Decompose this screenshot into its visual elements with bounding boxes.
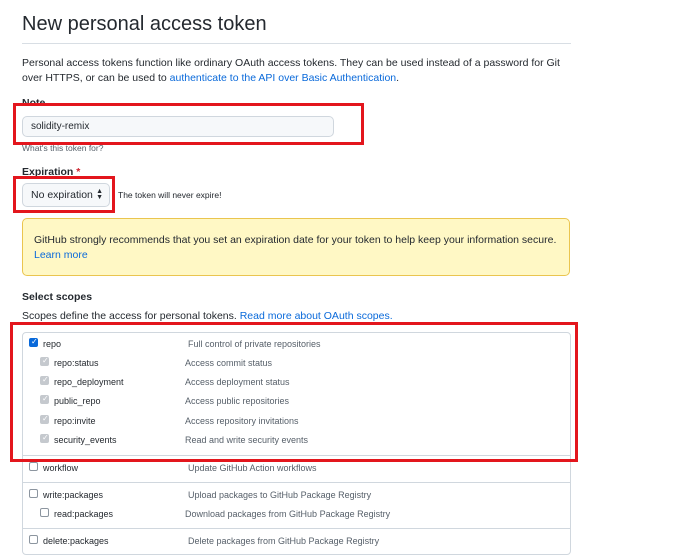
title-divider (22, 43, 571, 44)
oauth-scopes-link[interactable]: Read more about OAuth scopes. (240, 310, 393, 322)
basic-auth-link[interactable]: authenticate to the API over Basic Authe… (170, 72, 396, 84)
intro-end: . (396, 72, 400, 84)
scope-name: read:packages (54, 509, 114, 519)
expiration-warning: GitHub strongly recommends that you set … (22, 218, 570, 276)
scopes-heading: Select scopes (22, 291, 93, 303)
page-title: New personal access token (22, 13, 267, 35)
scope-name: workflow (43, 463, 79, 473)
scope-divider (22, 482, 571, 483)
scope-divider (22, 528, 571, 529)
expiration-highlight-box (13, 176, 115, 213)
scope-desc: Upload packages to GitHub Package Regist… (188, 490, 372, 500)
scope-desc: Delete packages from GitHub Package Regi… (188, 536, 380, 546)
scope-checkbox-read-packages[interactable] (40, 508, 49, 517)
repo-highlight-box (10, 322, 578, 462)
learn-more-link[interactable]: Learn more (34, 249, 88, 261)
scope-desc: Download packages from GitHub Package Re… (185, 509, 391, 519)
scope-name: write:packages (43, 490, 104, 500)
scopes-desc: Scopes define the access for personal to… (22, 310, 393, 322)
warning-text: GitHub strongly recommends that you set … (34, 234, 557, 246)
expiration-hint: The token will never expire! (118, 190, 222, 200)
scope-checkbox-delete-packages[interactable] (29, 535, 38, 544)
note-highlight-box (13, 103, 364, 145)
intro-text: Personal access tokens function like ord… (22, 56, 567, 86)
scope-desc: Update GitHub Action workflows (188, 463, 317, 473)
scope-name: delete:packages (43, 536, 109, 546)
scope-checkbox-workflow[interactable] (29, 462, 38, 471)
scope-checkbox-write-packages[interactable] (29, 489, 38, 498)
